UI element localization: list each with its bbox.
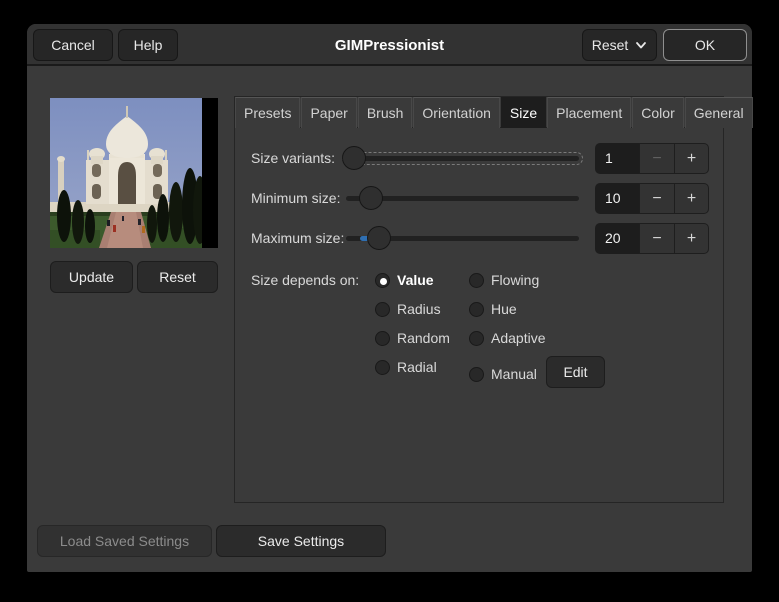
size-variants-label: Size variants: [251,143,335,174]
maximum-size-value[interactable]: 20 [595,223,639,254]
maximum-size-label: Maximum size: [251,223,344,254]
size-variants-slider[interactable] [346,143,579,174]
maximum-size-slider[interactable] [346,223,579,254]
radio-adaptive[interactable] [469,331,484,346]
radio-hue-label: Hue [491,298,517,320]
reset-dropdown-button[interactable]: Reset [582,29,657,61]
minus-button[interactable]: − [639,223,674,254]
tab-color[interactable]: Color [632,97,683,128]
slider-trough [346,156,579,161]
minus-button[interactable]: − [639,143,674,174]
tab-brush[interactable]: Brush [358,97,413,128]
slider-handle[interactable] [367,226,391,250]
radio-value-label: Value [397,269,434,291]
plus-button[interactable]: + [674,223,709,254]
tab-presets[interactable]: Presets [235,97,300,128]
radio-manual-label: Manual [491,363,537,385]
minimum-size-spinbox: 10 − + [595,183,709,214]
settings-notebook: Presets Paper Brush Orientation Size Pla… [234,96,724,503]
tab-paper[interactable]: Paper [301,97,356,128]
minimum-size-label: Minimum size: [251,183,340,214]
ok-button[interactable]: OK [663,29,747,61]
maximum-size-row: Maximum size: 20 − + [235,223,723,254]
slider-handle[interactable] [342,146,366,170]
update-button[interactable]: Update [50,261,133,293]
preview-image [50,98,218,248]
size-variants-spinbox: 1 − + [595,143,709,174]
reset-dropdown-label: Reset [592,37,629,53]
load-saved-settings-button[interactable]: Load Saved Settings [37,525,212,557]
radio-flowing[interactable] [469,273,484,288]
chevron-down-icon [635,39,647,51]
plus-button[interactable]: + [674,143,709,174]
headerbar: Cancel Help GIMPressionist Reset OK [27,24,752,66]
save-settings-button[interactable]: Save Settings [216,525,386,557]
size-variants-row: Size variants: 1 − + [235,143,723,174]
radio-value[interactable] [375,273,390,288]
radio-random-label: Random [397,327,450,349]
size-depends-label: Size depends on: [251,265,359,296]
taj-mahal-image [50,98,202,248]
radio-flowing-label: Flowing [491,269,539,291]
radio-radial[interactable] [375,360,390,375]
maximum-size-spinbox: 20 − + [595,223,709,254]
size-variants-value[interactable]: 1 [595,143,639,174]
minus-button[interactable]: − [639,183,674,214]
tab-size[interactable]: Size [501,97,546,128]
radio-radial-label: Radial [397,356,437,378]
tab-strip: Presets Paper Brush Orientation Size Pla… [235,97,723,128]
plus-button[interactable]: + [674,183,709,214]
radio-manual[interactable] [469,367,484,382]
radio-hue[interactable] [469,302,484,317]
minimum-size-value[interactable]: 10 [595,183,639,214]
radio-radius[interactable] [375,302,390,317]
radio-adaptive-label: Adaptive [491,327,545,349]
minimum-size-row: Minimum size: 10 − + [235,183,723,214]
radio-random[interactable] [375,331,390,346]
minimum-size-slider[interactable] [346,183,579,214]
tab-general[interactable]: General [685,97,753,128]
tab-orientation[interactable]: Orientation [413,97,499,128]
gimpressionist-dialog: Cancel Help GIMPressionist Reset OK [27,24,752,572]
preview-reset-button[interactable]: Reset [137,261,218,293]
tab-placement[interactable]: Placement [547,97,631,128]
radio-radius-label: Radius [397,298,441,320]
edit-button[interactable]: Edit [546,356,605,388]
slider-handle[interactable] [359,186,383,210]
